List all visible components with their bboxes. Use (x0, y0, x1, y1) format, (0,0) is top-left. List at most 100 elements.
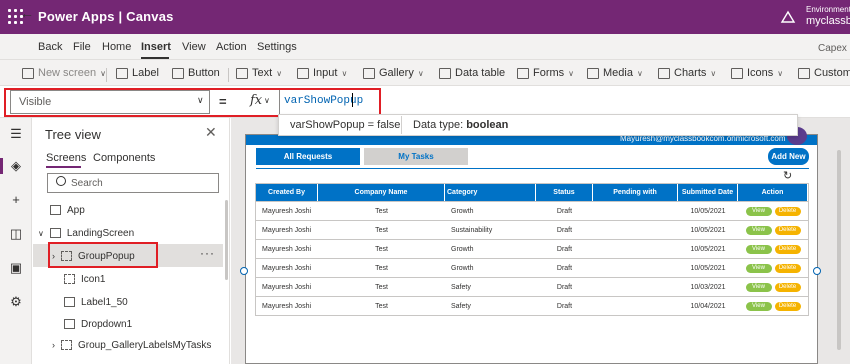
data-table-icon (439, 67, 451, 79)
cell-action: View Delete (738, 202, 808, 220)
custom-button[interactable]: Custom (798, 67, 850, 79)
environment-name[interactable]: myclassbo (806, 15, 850, 27)
tree-item-label: Group_GalleryLabelsMyTasks (78, 339, 212, 351)
tree-item-landingscreen[interactable]: ∨ LandingScreen (38, 222, 134, 244)
view-button[interactable]: View (745, 206, 772, 216)
tooltip-data-type: Data type: boolean (413, 119, 508, 131)
layers-icon[interactable]: ◈ (9, 159, 23, 173)
delete-button[interactable]: Delete (774, 225, 801, 235)
forms-icon (517, 67, 529, 79)
cell-category: Growth (451, 207, 474, 215)
cell-submitted-date: 10/03/2021 (690, 283, 726, 291)
table-row[interactable]: Mayuresh Joshi Test Safety Draft 10/03/2… (256, 277, 808, 296)
active-rail-indicator (0, 158, 3, 174)
button-label: Button (188, 67, 220, 79)
tree-item-group-gallerylabelsmytasks[interactable]: › Group_GalleryLabelsMyTasks (52, 334, 211, 356)
menu-file[interactable]: File (73, 41, 91, 53)
add-icon[interactable]: + (9, 193, 23, 207)
input-icon (297, 67, 309, 79)
table-row[interactable]: Mayuresh Joshi Test Growth Draft 10/05/2… (256, 239, 808, 258)
text-button[interactable]: Text ∨ (236, 67, 282, 79)
view-button[interactable]: View (745, 225, 772, 235)
media-icon[interactable]: ▣ (9, 261, 23, 275)
tree-item-dropdown1[interactable]: Dropdown1 (64, 313, 132, 335)
menu-settings[interactable]: Settings (257, 41, 297, 53)
cell-submitted-date: 10/05/2021 (690, 207, 726, 215)
resize-handle-left[interactable] (240, 267, 248, 275)
column-header: Status (536, 184, 593, 201)
delete-button[interactable]: Delete (774, 206, 801, 216)
view-button[interactable]: View (745, 263, 772, 273)
app-title: Power Apps | Canvas (38, 9, 174, 24)
label-button[interactable]: Label (116, 67, 159, 79)
button-button[interactable]: Button (172, 67, 220, 79)
tab-components[interactable]: Components (93, 152, 155, 164)
charts-button[interactable]: Charts ∨ (658, 67, 716, 79)
back-button[interactable]: Back (38, 41, 62, 53)
menu-view[interactable]: View (182, 41, 206, 53)
tools-icon[interactable]: ⚙ (9, 295, 23, 309)
requests-table: Created By Company Name Category Status … (255, 183, 809, 316)
resize-handle-right[interactable] (813, 267, 821, 275)
screen-icon (49, 228, 61, 238)
column-header: Category (445, 184, 536, 201)
view-button[interactable]: View (745, 244, 772, 254)
ribbon-separator (106, 68, 107, 82)
hamburger-menu-icon[interactable]: ☰ (9, 127, 23, 141)
input-label: Input (313, 67, 338, 79)
table-row[interactable]: Mayuresh Joshi Test Safety Draft 10/04/2… (256, 296, 808, 315)
add-new-button[interactable]: Add New (768, 148, 809, 165)
media-button[interactable]: Media ∨ (587, 67, 643, 79)
table-row[interactable]: Mayuresh Joshi Test Sustainability Draft… (256, 220, 808, 239)
all-requests-tab[interactable]: All Requests (256, 148, 360, 165)
chevron-right-icon: › (52, 340, 55, 350)
new-screen-button[interactable]: New screen ∨ (22, 67, 106, 79)
refresh-icon[interactable]: ↻ (783, 169, 792, 182)
gallery-label: Gallery (379, 67, 414, 79)
canvas-scrollbar[interactable] (837, 150, 841, 350)
cell-status: Draft (556, 302, 573, 310)
menu-insert[interactable]: Insert (141, 41, 171, 53)
view-button[interactable]: View (745, 301, 772, 311)
app-name: Capex (818, 43, 847, 54)
table-row[interactable]: Mayuresh Joshi Test Growth Draft 10/05/2… (256, 258, 808, 277)
delete-button[interactable]: Delete (774, 301, 801, 311)
close-icon[interactable]: ✕ (205, 124, 217, 141)
menu-home[interactable]: Home (102, 41, 131, 53)
database-icon[interactable]: ◫ (9, 227, 23, 241)
cell-status: Draft (556, 245, 573, 253)
column-header: Submitted Date (678, 184, 738, 201)
tab-screens[interactable]: Screens (46, 152, 86, 164)
my-tasks-tab[interactable]: My Tasks (364, 148, 468, 165)
left-rail (0, 118, 32, 364)
tree-item-icon1[interactable]: Icon1 (64, 268, 105, 290)
cell-category: Sustainability (451, 226, 493, 234)
input-button[interactable]: Input ∨ (297, 67, 347, 79)
data-table-button[interactable]: Data table (439, 67, 505, 79)
chevron-down-icon: ∨ (276, 68, 283, 78)
back-arrow-icon[interactable]: ← (20, 5, 34, 21)
cell-created-by: Mayuresh Joshi (262, 283, 312, 291)
media-label: Media (603, 67, 633, 79)
menu-action[interactable]: Action (216, 41, 247, 53)
cell-status: Draft (556, 226, 573, 234)
tree-item-label1-50[interactable]: Label1_50 (64, 291, 128, 313)
more-options-icon[interactable]: ··· (200, 246, 215, 260)
delete-button[interactable]: Delete (774, 282, 801, 292)
tree-scrollbar[interactable] (225, 200, 228, 280)
cell-created-by: Mayuresh Joshi (262, 226, 312, 234)
tree-item-app[interactable]: App (50, 199, 85, 221)
view-button[interactable]: View (745, 282, 772, 292)
forms-button[interactable]: Forms ∨ (517, 67, 574, 79)
icons-button[interactable]: Icons ∨ (731, 67, 783, 79)
tree-view-title: Tree view (45, 127, 101, 142)
cell-category: Growth (451, 245, 474, 253)
custom-label: Custom (814, 67, 850, 79)
delete-button[interactable]: Delete (774, 244, 801, 254)
cell-pending-with (593, 297, 678, 315)
cell-status: Draft (556, 283, 573, 291)
table-row[interactable]: Mayuresh Joshi Test Growth Draft 10/05/2… (256, 201, 808, 220)
gallery-button[interactable]: Gallery ∨ (363, 67, 424, 79)
cell-action: View Delete (738, 240, 808, 258)
delete-button[interactable]: Delete (774, 263, 801, 273)
